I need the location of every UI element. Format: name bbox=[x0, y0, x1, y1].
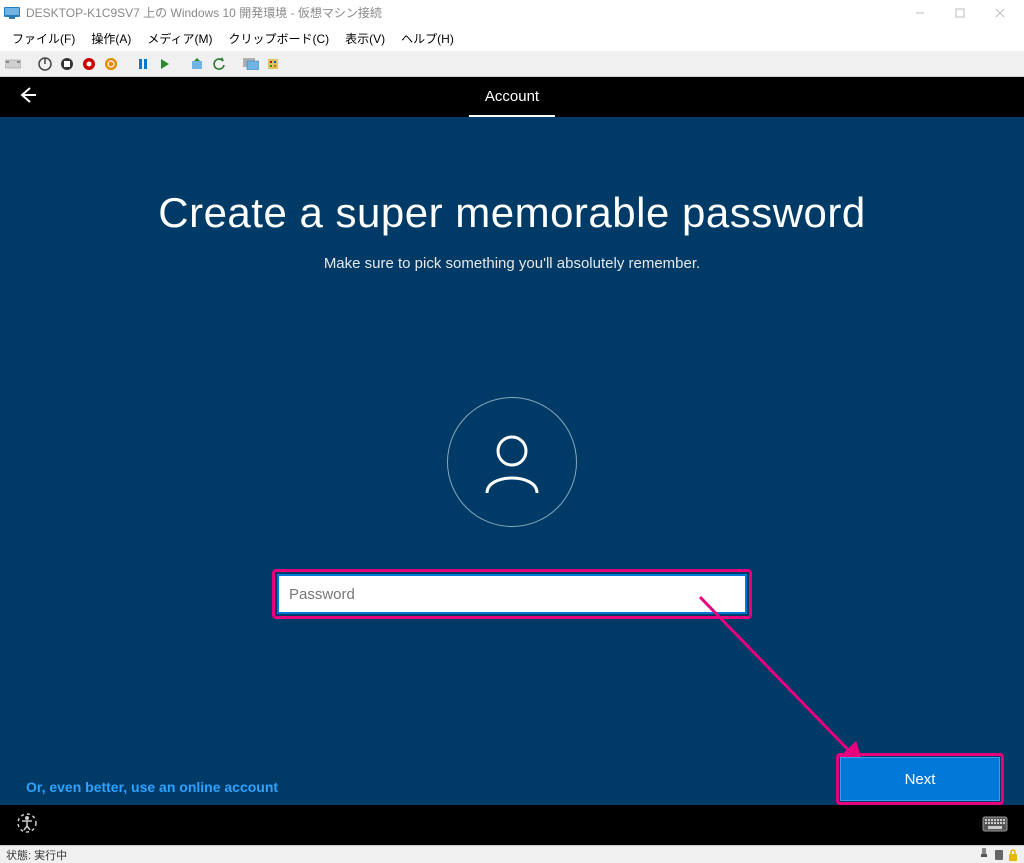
maximize-button[interactable] bbox=[940, 0, 980, 25]
password-input[interactable] bbox=[277, 574, 747, 614]
menu-action[interactable]: 操作(A) bbox=[83, 27, 139, 50]
next-button-wrap: Next bbox=[836, 753, 1004, 805]
save-icon[interactable] bbox=[102, 55, 120, 73]
shutdown-icon[interactable] bbox=[80, 55, 98, 73]
password-field-wrap bbox=[272, 569, 752, 619]
reset-icon[interactable] bbox=[156, 55, 174, 73]
menu-file[interactable]: ファイル(F) bbox=[4, 27, 83, 50]
annotation-highlight-password bbox=[272, 569, 752, 619]
share-icon[interactable] bbox=[264, 55, 282, 73]
close-button[interactable] bbox=[980, 0, 1020, 25]
oobe-header: Account bbox=[0, 77, 1024, 117]
pause-icon[interactable] bbox=[134, 55, 152, 73]
lock-icon bbox=[1008, 848, 1018, 862]
menu-help[interactable]: ヘルプ(H) bbox=[393, 27, 462, 50]
window-controls bbox=[900, 0, 1020, 25]
status-text: 状態: 実行中 bbox=[6, 847, 67, 863]
ctrl-alt-del-icon[interactable] bbox=[4, 55, 22, 73]
enhanced-session-icon[interactable] bbox=[242, 55, 260, 73]
next-button[interactable]: Next bbox=[840, 757, 1000, 801]
back-arrow-icon[interactable] bbox=[16, 84, 38, 111]
host-menubar: ファイル(F) 操作(A) メディア(M) クリップボード(C) 表示(V) ヘ… bbox=[0, 25, 1024, 51]
user-avatar-icon bbox=[447, 397, 577, 527]
status-right-icons bbox=[978, 848, 1018, 862]
oobe-tabs: Account bbox=[469, 77, 555, 117]
page-subheading: Make sure to pick something you'll absol… bbox=[0, 255, 1024, 272]
vm-display: Account Create a super memorable passwor… bbox=[0, 77, 1024, 845]
ease-of-access-icon[interactable] bbox=[16, 812, 38, 839]
keyboard-layout-icon[interactable] bbox=[982, 814, 1008, 837]
annotation-highlight-next: Next bbox=[836, 753, 1004, 805]
checkpoint-icon[interactable] bbox=[188, 55, 206, 73]
menu-view[interactable]: 表示(V) bbox=[337, 27, 393, 50]
menu-clipboard[interactable]: クリップボード(C) bbox=[220, 27, 337, 50]
host-titlebar: DESKTOP-K1C9SV7 上の Windows 10 開発環境 - 仮想マ… bbox=[0, 0, 1024, 25]
oobe-footer bbox=[0, 805, 1024, 845]
host-window-title: DESKTOP-K1C9SV7 上の Windows 10 開発環境 - 仮想マ… bbox=[26, 4, 900, 21]
page-heading: Create a super memorable password bbox=[0, 117, 1024, 237]
vm-icon bbox=[4, 7, 20, 19]
use-online-account-link[interactable]: Or, even better, use an online account bbox=[26, 779, 278, 795]
host-statusbar: 状態: 実行中 bbox=[0, 845, 1024, 863]
speaker-icon bbox=[993, 848, 1005, 862]
revert-icon[interactable] bbox=[210, 55, 228, 73]
turnoff-icon[interactable] bbox=[58, 55, 76, 73]
menu-media[interactable]: メディア(M) bbox=[139, 27, 220, 50]
tab-account[interactable]: Account bbox=[469, 88, 555, 117]
host-toolbar bbox=[0, 51, 1024, 77]
minimize-button[interactable] bbox=[900, 0, 940, 25]
oobe-body: Create a super memorable password Make s… bbox=[0, 117, 1024, 805]
start-icon[interactable] bbox=[36, 55, 54, 73]
network-icon bbox=[978, 848, 990, 862]
